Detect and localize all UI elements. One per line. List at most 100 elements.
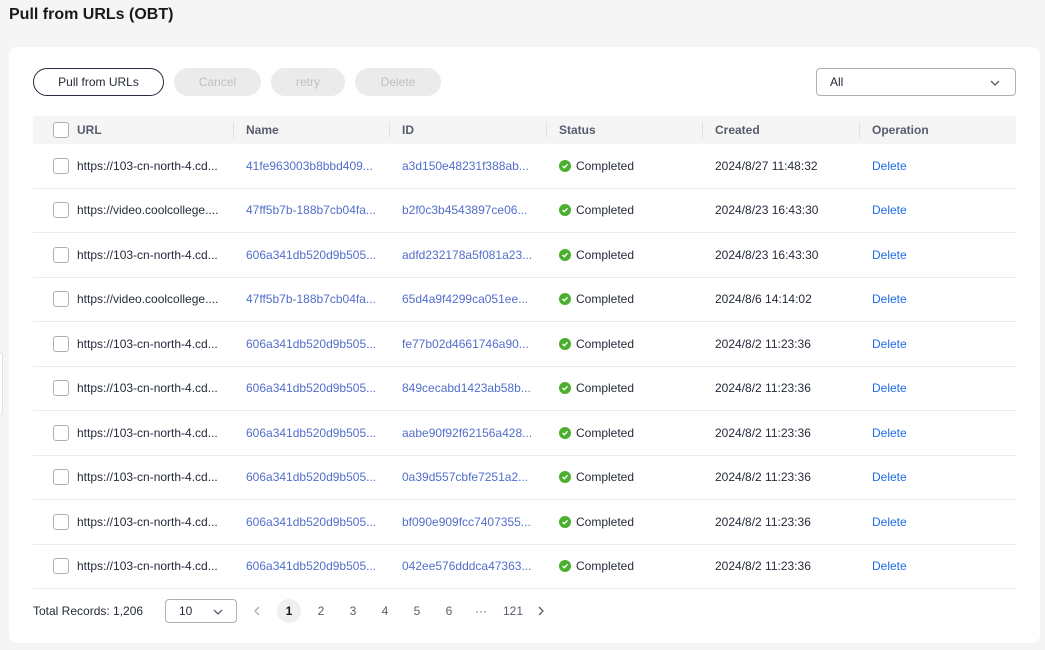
name-link[interactable]: 606a341db520d9b505...: [246, 456, 386, 500]
delete-link[interactable]: Delete: [872, 203, 907, 217]
row-checkbox[interactable]: [53, 469, 69, 486]
id-link[interactable]: aabe90f92f62156a428...: [402, 411, 542, 455]
name-link[interactable]: 606a341db520d9b505...: [246, 322, 386, 366]
row-id[interactable]: bf090e909fcc7407355...: [402, 500, 542, 544]
retry-button[interactable]: retry: [271, 68, 345, 96]
row-created: 2024/8/23 16:43:30: [715, 203, 819, 218]
delete-link[interactable]: Delete: [872, 159, 907, 173]
row-name[interactable]: 606a341db520d9b505...: [246, 411, 386, 455]
name-link[interactable]: 606a341db520d9b505...: [246, 367, 386, 411]
row-checkbox[interactable]: [53, 513, 69, 530]
row-checkbox[interactable]: [53, 291, 69, 308]
delete-link[interactable]: Delete: [872, 248, 907, 262]
row-id[interactable]: fe77b02d4661746a90...: [402, 322, 542, 366]
table-row: https://103-cn-north-4.cd... 606a341db52…: [33, 411, 1016, 456]
page-button[interactable]: 6: [437, 599, 461, 623]
row-id[interactable]: a3d150e48231f388ab...: [402, 144, 542, 188]
page-title: Pull from URLs (OBT): [9, 6, 174, 23]
table-header: URL Name ID Status Created Operation: [33, 116, 1016, 144]
id-link[interactable]: a3d150e48231f388ab...: [402, 144, 542, 188]
row-url: https://103-cn-north-4.cd...: [77, 322, 227, 366]
table-row: https://103-cn-north-4.cd... 606a341db52…: [33, 500, 1016, 545]
id-link[interactable]: fe77b02d4661746a90...: [402, 322, 542, 366]
row-operation: Delete: [872, 278, 992, 322]
row-status: Completed: [559, 322, 699, 366]
row-status: Completed: [559, 278, 699, 322]
row-url: https://103-cn-north-4.cd...: [77, 144, 227, 188]
page-button[interactable]: 4: [373, 599, 397, 623]
delete-button[interactable]: Delete: [355, 68, 441, 96]
page-button[interactable]: 3: [341, 599, 365, 623]
name-link[interactable]: 47ff5b7b-188b7cb04fa...: [246, 189, 386, 233]
name-link[interactable]: 606a341db520d9b505...: [246, 500, 386, 544]
id-link[interactable]: b2f0c3b4543897ce06...: [402, 189, 542, 233]
check-circle-icon: [559, 204, 571, 217]
row-checkbox[interactable]: [53, 380, 69, 397]
select-all-checkbox[interactable]: [53, 122, 69, 138]
check-circle-icon: [559, 293, 571, 306]
id-link[interactable]: adfd232178a5f081a23...: [402, 233, 542, 277]
row-id[interactable]: 0a39d557cbfe7251a2...: [402, 456, 542, 500]
next-page-button[interactable]: [529, 599, 553, 623]
prev-page-button[interactable]: [245, 599, 269, 623]
row-status: Completed: [559, 189, 699, 233]
row-name[interactable]: 606a341db520d9b505...: [246, 545, 386, 589]
name-link[interactable]: 47ff5b7b-188b7cb04fa...: [246, 278, 386, 322]
cancel-button[interactable]: Cancel: [174, 68, 261, 96]
delete-link[interactable]: Delete: [872, 426, 907, 440]
row-operation: Delete: [872, 411, 992, 455]
row-checkbox[interactable]: [53, 202, 69, 219]
row-id[interactable]: b2f0c3b4543897ce06...: [402, 189, 542, 233]
row-operation: Delete: [872, 189, 992, 233]
status-text: Completed: [576, 514, 635, 529]
id-link[interactable]: 0a39d557cbfe7251a2...: [402, 456, 542, 500]
page-button[interactable]: 5: [405, 599, 429, 623]
row-operation: Delete: [872, 545, 992, 589]
delete-link[interactable]: Delete: [872, 470, 907, 484]
sidebar-collapse-handle[interactable]: [0, 352, 3, 415]
delete-link[interactable]: Delete: [872, 337, 907, 351]
name-link[interactable]: 41fe963003b8bbd409...: [246, 144, 386, 188]
row-id[interactable]: 042ee576dddca47363...: [402, 545, 542, 589]
status-text: Completed: [576, 559, 635, 574]
row-created: 2024/8/6 14:14:02: [715, 292, 812, 307]
pull-from-urls-button[interactable]: Pull from URLs: [33, 68, 164, 96]
row-checkbox[interactable]: [53, 558, 69, 575]
row-name[interactable]: 41fe963003b8bbd409...: [246, 144, 386, 188]
row-name[interactable]: 47ff5b7b-188b7cb04fa...: [246, 278, 386, 322]
url-text: https://103-cn-north-4.cd...: [77, 336, 218, 351]
url-text: https://103-cn-north-4.cd...: [77, 559, 218, 574]
delete-link[interactable]: Delete: [872, 559, 907, 573]
row-id[interactable]: aabe90f92f62156a428...: [402, 411, 542, 455]
page-button[interactable]: 1: [277, 599, 301, 623]
delete-link[interactable]: Delete: [872, 381, 907, 395]
page-size-select[interactable]: 10: [165, 599, 237, 623]
page-button[interactable]: 121: [501, 599, 525, 623]
row-id[interactable]: adfd232178a5f081a23...: [402, 233, 542, 277]
row-id[interactable]: 849cecabd1423ab58b...: [402, 367, 542, 411]
delete-link[interactable]: Delete: [872, 515, 907, 529]
row-name[interactable]: 606a341db520d9b505...: [246, 500, 386, 544]
name-link[interactable]: 606a341db520d9b505...: [246, 411, 386, 455]
id-link[interactable]: 65d4a9f4299ca051ee...: [402, 278, 542, 322]
row-created: 2024/8/27 11:48:32: [715, 158, 818, 173]
row-name[interactable]: 606a341db520d9b505...: [246, 367, 386, 411]
name-link[interactable]: 606a341db520d9b505...: [246, 233, 386, 277]
delete-link[interactable]: Delete: [872, 292, 907, 306]
row-name[interactable]: 606a341db520d9b505...: [246, 456, 386, 500]
name-link[interactable]: 606a341db520d9b505...: [246, 545, 386, 589]
row-id[interactable]: 65d4a9f4299ca051ee...: [402, 278, 542, 322]
row-checkbox[interactable]: [53, 157, 69, 174]
pagination: Total Records: 1,206 10 1 2 3 4 5 6 ··· 121: [33, 599, 1016, 623]
id-link[interactable]: 849cecabd1423ab58b...: [402, 367, 542, 411]
page-button[interactable]: 2: [309, 599, 333, 623]
row-name[interactable]: 47ff5b7b-188b7cb04fa...: [246, 189, 386, 233]
row-name[interactable]: 606a341db520d9b505...: [246, 322, 386, 366]
id-link[interactable]: 042ee576dddca47363...: [402, 545, 542, 589]
row-checkbox[interactable]: [53, 335, 69, 352]
id-link[interactable]: bf090e909fcc7407355...: [402, 500, 542, 544]
row-checkbox[interactable]: [53, 246, 69, 263]
row-name[interactable]: 606a341db520d9b505...: [246, 233, 386, 277]
row-checkbox[interactable]: [53, 424, 69, 441]
status-filter-select[interactable]: All: [816, 68, 1016, 96]
